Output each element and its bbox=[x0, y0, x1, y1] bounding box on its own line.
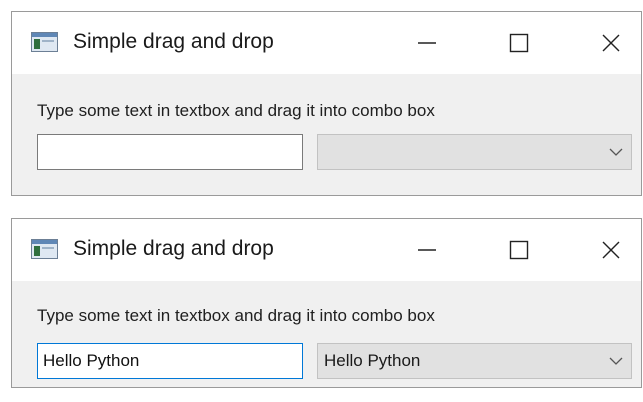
instruction-label: Type some text in textbox and drag it in… bbox=[37, 101, 435, 120]
maximize-button[interactable] bbox=[494, 22, 544, 64]
close-button[interactable] bbox=[586, 22, 636, 64]
minimize-button[interactable] bbox=[402, 229, 452, 271]
window-after-drop: Simple drag and drop Type some text in t… bbox=[11, 218, 642, 388]
title-bar[interactable]: Simple drag and drop bbox=[12, 12, 641, 74]
title-bar[interactable]: Simple drag and drop bbox=[12, 219, 641, 281]
dropdown-button[interactable] bbox=[601, 147, 631, 157]
maximize-icon bbox=[509, 240, 529, 260]
combo-box[interactable] bbox=[317, 134, 632, 170]
combo-box[interactable]: Hello Python bbox=[317, 343, 632, 379]
minimize-icon bbox=[418, 249, 436, 251]
window-title: Simple drag and drop bbox=[73, 237, 274, 260]
app-window-icon bbox=[31, 239, 58, 259]
text-input[interactable] bbox=[37, 343, 303, 379]
close-icon bbox=[602, 34, 620, 52]
app-window-icon bbox=[31, 32, 58, 52]
close-icon bbox=[602, 241, 620, 259]
chevron-down-icon bbox=[609, 148, 623, 156]
window-before-drop: Simple drag and drop Type some text in t… bbox=[11, 11, 642, 196]
minimize-icon bbox=[418, 42, 436, 44]
minimize-button[interactable] bbox=[402, 22, 452, 64]
chevron-down-icon bbox=[609, 357, 623, 365]
window-title: Simple drag and drop bbox=[73, 30, 274, 53]
dropdown-button[interactable] bbox=[601, 356, 631, 366]
maximize-button[interactable] bbox=[494, 229, 544, 271]
window-client-area: Type some text in textbox and drag it in… bbox=[12, 281, 641, 387]
combo-selected-value: Hello Python bbox=[324, 351, 421, 370]
close-button[interactable] bbox=[586, 229, 636, 271]
instruction-label: Type some text in textbox and drag it in… bbox=[37, 306, 435, 325]
maximize-icon bbox=[509, 33, 529, 53]
text-input[interactable] bbox=[37, 134, 303, 170]
window-client-area: Type some text in textbox and drag it in… bbox=[12, 74, 641, 195]
